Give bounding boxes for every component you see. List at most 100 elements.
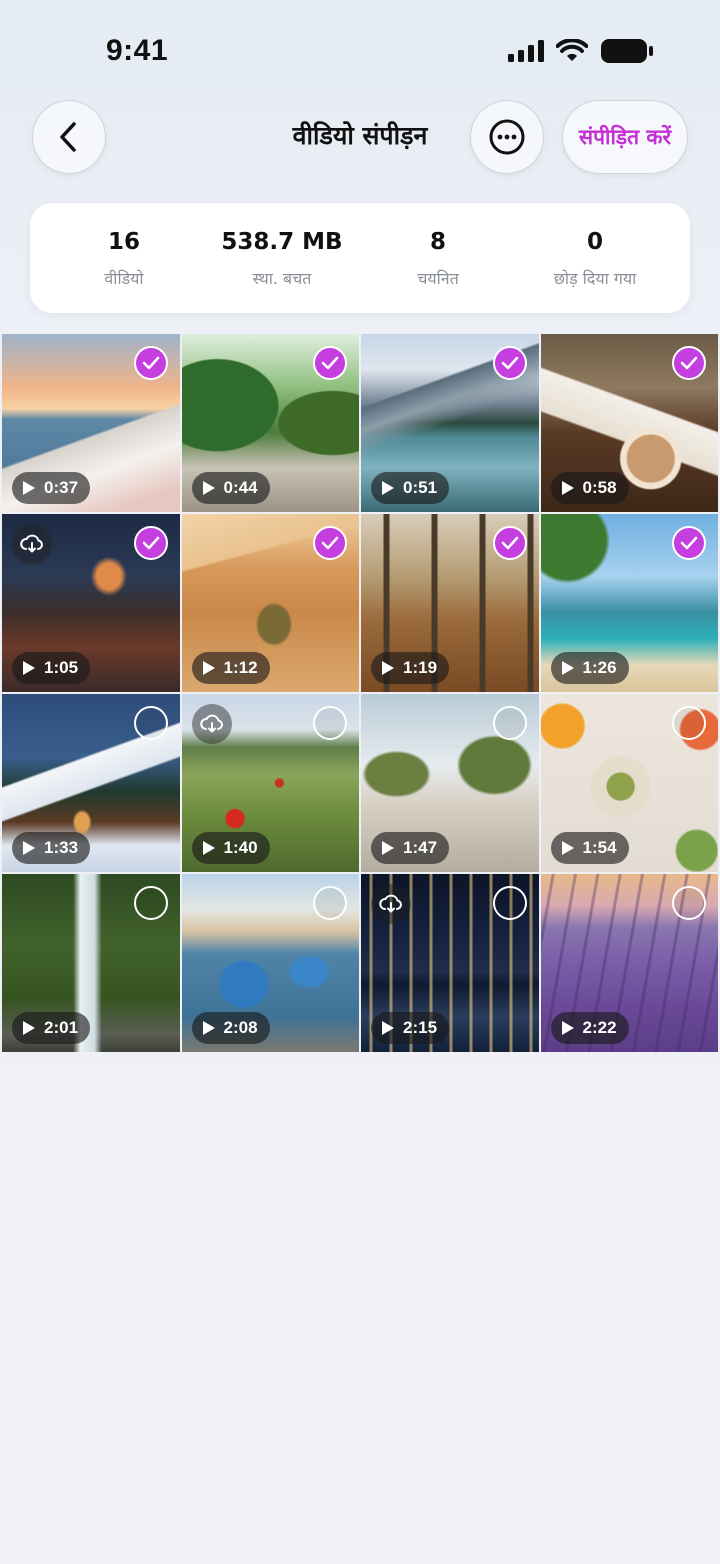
select-toggle[interactable] <box>492 526 527 560</box>
video-grid: 0:37 0:44 0:51 0:58 1:05 1:12 1:19 1:26 … <box>2 334 718 1052</box>
stat-value: 0 <box>586 229 603 255</box>
stat-label: स्था. बचत <box>252 269 312 288</box>
video-tile[interactable]: 1:33 <box>2 694 180 872</box>
select-toggle[interactable] <box>672 346 706 380</box>
more-horizontal-icon <box>489 119 525 155</box>
duration-label: 2:08 <box>223 1018 258 1037</box>
duration-badge: 1:12 <box>191 652 270 684</box>
video-tile[interactable]: 0:51 <box>361 334 539 512</box>
play-icon <box>23 1021 35 1035</box>
page-title: वीडियो संपीड़न <box>292 121 428 150</box>
duration-badge: 0:44 <box>191 472 270 504</box>
play-icon <box>23 481 35 495</box>
duration-badge: 1:19 <box>371 652 450 684</box>
stat-label: छोड़ दिया गया <box>553 269 637 288</box>
checkmark-icon <box>501 356 518 370</box>
compress-button[interactable]: संपीड़ित करें <box>562 100 688 174</box>
more-button[interactable] <box>470 100 544 174</box>
play-icon <box>23 841 35 855</box>
select-toggle[interactable] <box>672 526 706 560</box>
checkmark-icon <box>680 536 698 550</box>
duration-label: 1:05 <box>44 658 79 677</box>
play-icon <box>202 481 215 495</box>
select-toggle[interactable] <box>133 706 168 740</box>
duration-label: 0:44 <box>223 478 258 497</box>
checkmark-icon <box>142 356 159 370</box>
duration-label: 0:37 <box>44 478 79 497</box>
video-tile[interactable]: 1:54 <box>540 694 718 872</box>
stat-label: वीडियो <box>104 269 144 288</box>
signal-icon <box>508 40 544 62</box>
video-tile[interactable]: 0:58 <box>540 334 718 512</box>
video-tile[interactable]: 1:19 <box>361 514 539 692</box>
checkmark-icon <box>142 536 159 550</box>
duration-label: 0:58 <box>582 478 617 497</box>
wifi-icon <box>556 39 588 61</box>
stats-card: 16 वीडियो 538.7 MB स्था. बचत 8 चयनित 0 छ… <box>30 203 690 313</box>
duration-badge: 0:51 <box>371 472 450 504</box>
video-tile[interactable]: 1:12 <box>181 514 359 692</box>
play-icon <box>23 661 35 675</box>
duration-badge: 1:54 <box>550 832 629 864</box>
duration-badge: 1:26 <box>550 652 629 684</box>
duration-badge: 2:15 <box>371 1012 450 1044</box>
duration-badge: 1:33 <box>12 832 91 864</box>
stat-value: 16 <box>107 229 140 255</box>
select-toggle[interactable] <box>492 346 527 380</box>
select-toggle[interactable] <box>492 886 527 920</box>
play-icon <box>561 481 574 495</box>
video-tile[interactable]: 1:47 <box>361 694 539 872</box>
select-toggle[interactable] <box>313 886 347 920</box>
duration-label: 1:33 <box>44 838 79 857</box>
select-toggle[interactable] <box>313 526 347 560</box>
duration-label: 1:47 <box>403 838 438 857</box>
duration-label: 1:26 <box>582 658 617 677</box>
select-toggle[interactable] <box>133 886 168 920</box>
checkmark-icon <box>321 356 339 370</box>
checkmark-icon <box>501 536 518 550</box>
play-icon <box>382 481 394 495</box>
back-button[interactable] <box>32 100 106 174</box>
cloud-badge <box>371 884 411 924</box>
duration-badge: 0:37 <box>12 472 91 504</box>
play-icon <box>202 1021 215 1035</box>
video-tile[interactable]: 1:05 <box>2 514 180 692</box>
duration-label: 2:15 <box>403 1018 438 1037</box>
select-toggle[interactable] <box>672 886 706 920</box>
cloud-badge <box>191 704 232 744</box>
select-toggle[interactable] <box>492 706 527 740</box>
select-toggle[interactable] <box>313 346 347 380</box>
status-bar: 9:41 <box>0 0 720 100</box>
video-tile[interactable]: 1:26 <box>540 514 718 692</box>
video-tile[interactable]: 0:44 <box>181 334 359 512</box>
duration-badge: 1:47 <box>371 832 450 864</box>
checkmark-icon <box>680 356 698 370</box>
play-icon <box>382 1021 394 1035</box>
stat-value: 8 <box>429 229 446 255</box>
duration-badge: 2:01 <box>12 1012 91 1044</box>
video-tile[interactable]: 0:37 <box>2 334 180 512</box>
select-toggle[interactable] <box>313 706 347 740</box>
cloud-download-icon <box>199 714 223 733</box>
duration-label: 2:22 <box>582 1018 617 1037</box>
play-icon <box>202 841 215 855</box>
select-toggle[interactable] <box>672 706 706 740</box>
select-toggle[interactable] <box>133 526 168 560</box>
select-toggle[interactable] <box>133 346 168 380</box>
duration-badge: 0:58 <box>550 472 629 504</box>
status-time: 9:41 <box>106 34 169 67</box>
cloud-badge <box>12 524 52 564</box>
play-icon <box>561 1021 574 1035</box>
status-icons <box>508 38 654 64</box>
duration-label: 1:40 <box>223 838 258 857</box>
video-tile[interactable]: 1:40 <box>181 694 359 872</box>
video-tile[interactable]: 2:08 <box>181 874 359 1052</box>
play-icon <box>382 661 394 675</box>
video-tile[interactable]: 2:22 <box>540 874 718 1052</box>
video-tile[interactable]: 2:15 <box>361 874 539 1052</box>
stat-label: चयनित <box>417 269 459 288</box>
duration-label: 0:51 <box>403 478 438 497</box>
checkmark-icon <box>321 536 339 550</box>
play-icon <box>382 841 394 855</box>
video-tile[interactable]: 2:01 <box>2 874 180 1052</box>
